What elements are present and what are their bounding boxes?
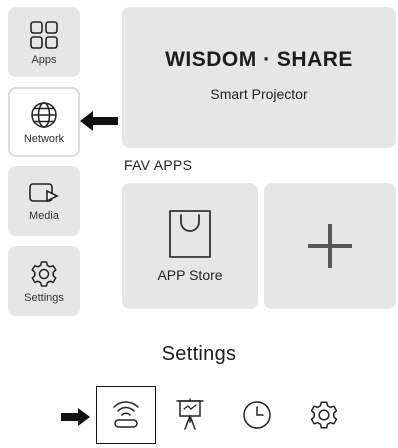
settings-time-button[interactable] (227, 386, 287, 444)
settings-display-button[interactable] (160, 386, 220, 444)
sidebar-item-label: Media (29, 209, 59, 222)
shopping-bag-icon (169, 210, 211, 258)
brand-subtitle: Smart Projector (210, 85, 308, 102)
settings-title: Settings (161, 343, 237, 365)
sidebar-item-settings[interactable]: Settings (8, 246, 80, 316)
settings-network-button[interactable] (96, 386, 156, 444)
sidebar-item-apps[interactable]: Apps (8, 7, 80, 77)
sidebar-item-network[interactable]: Network (8, 87, 80, 157)
wifi-router-icon (113, 401, 139, 428)
sidebar-item-label: Settings (24, 291, 64, 304)
gear-icon (310, 401, 338, 429)
plus-icon (308, 224, 352, 268)
globe-icon (31, 101, 57, 128)
media-screen-icon (29, 182, 59, 202)
sidebar-item-label: Apps (31, 53, 57, 66)
fav-apps-label: FAV APPS (124, 157, 193, 173)
brand-banner: WISDOM · SHARE Smart Projector (122, 7, 396, 148)
left-arrow-icon (80, 111, 118, 131)
apps-grid-icon (30, 20, 58, 49)
right-arrow-icon (61, 408, 90, 426)
app-store-label: APP Store (157, 267, 223, 283)
add-app-tile[interactable] (264, 183, 396, 309)
brand-title: WISDOM · SHARE (165, 47, 353, 71)
app-store-tile[interactable]: APP Store (122, 183, 258, 309)
clock-icon (243, 401, 271, 429)
sidebar-item-label: Network (23, 132, 65, 145)
sidebar-item-media[interactable]: Media (8, 166, 80, 236)
settings-general-button[interactable] (294, 386, 354, 444)
gear-icon (31, 260, 57, 287)
projector-screen-icon (176, 398, 204, 430)
